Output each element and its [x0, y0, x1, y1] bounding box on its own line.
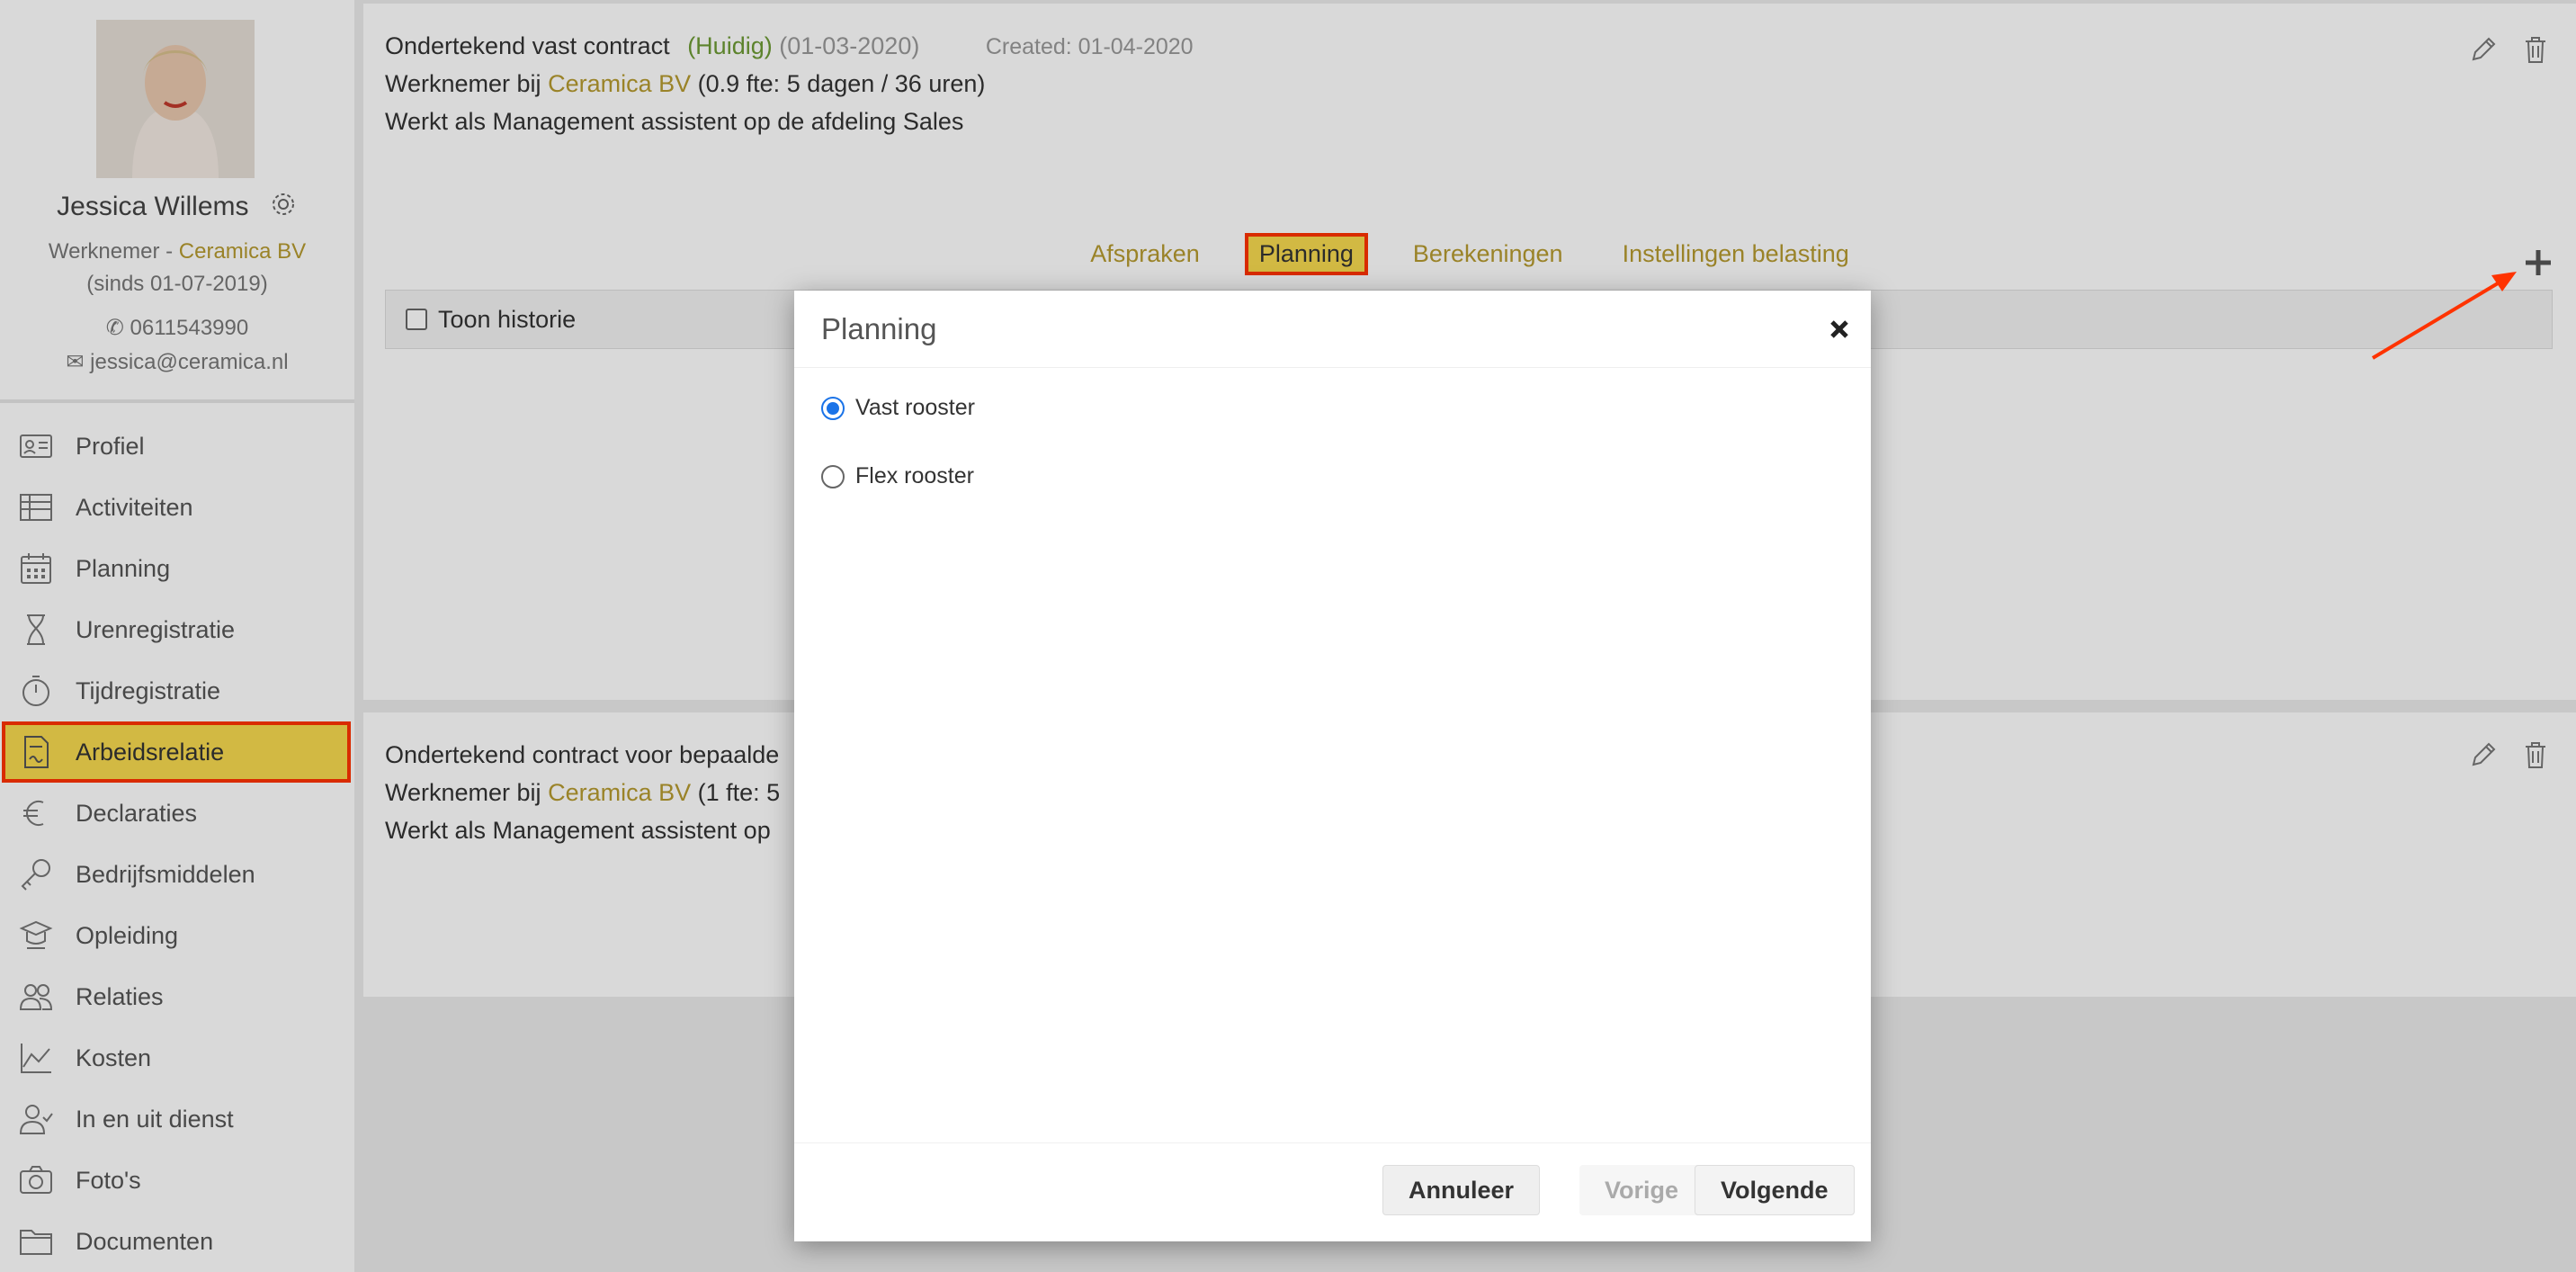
flex-rooster-radio[interactable] — [821, 464, 845, 488]
modal-title: Planning — [821, 312, 937, 345]
modal-footer: Annuleer Vorige Volgende — [794, 1142, 1871, 1241]
cancel-button[interactable]: Annuleer — [1382, 1165, 1541, 1215]
previous-button[interactable]: Vorige — [1579, 1165, 1704, 1215]
next-button[interactable]: Volgende — [1695, 1165, 1855, 1215]
option-vast-rooster[interactable]: Vast rooster — [821, 395, 975, 421]
planning-modal: Planning Vast rooster Flex rooster Annul… — [794, 291, 1871, 1241]
vast-rooster-radio[interactable] — [821, 396, 845, 420]
option-flex-rooster[interactable]: Flex rooster — [821, 463, 974, 489]
flex-rooster-label: Flex rooster — [855, 463, 974, 488]
vast-rooster-label: Vast rooster — [855, 395, 975, 420]
modal-header: Planning — [794, 291, 1871, 368]
close-icon[interactable] — [1824, 314, 1855, 345]
